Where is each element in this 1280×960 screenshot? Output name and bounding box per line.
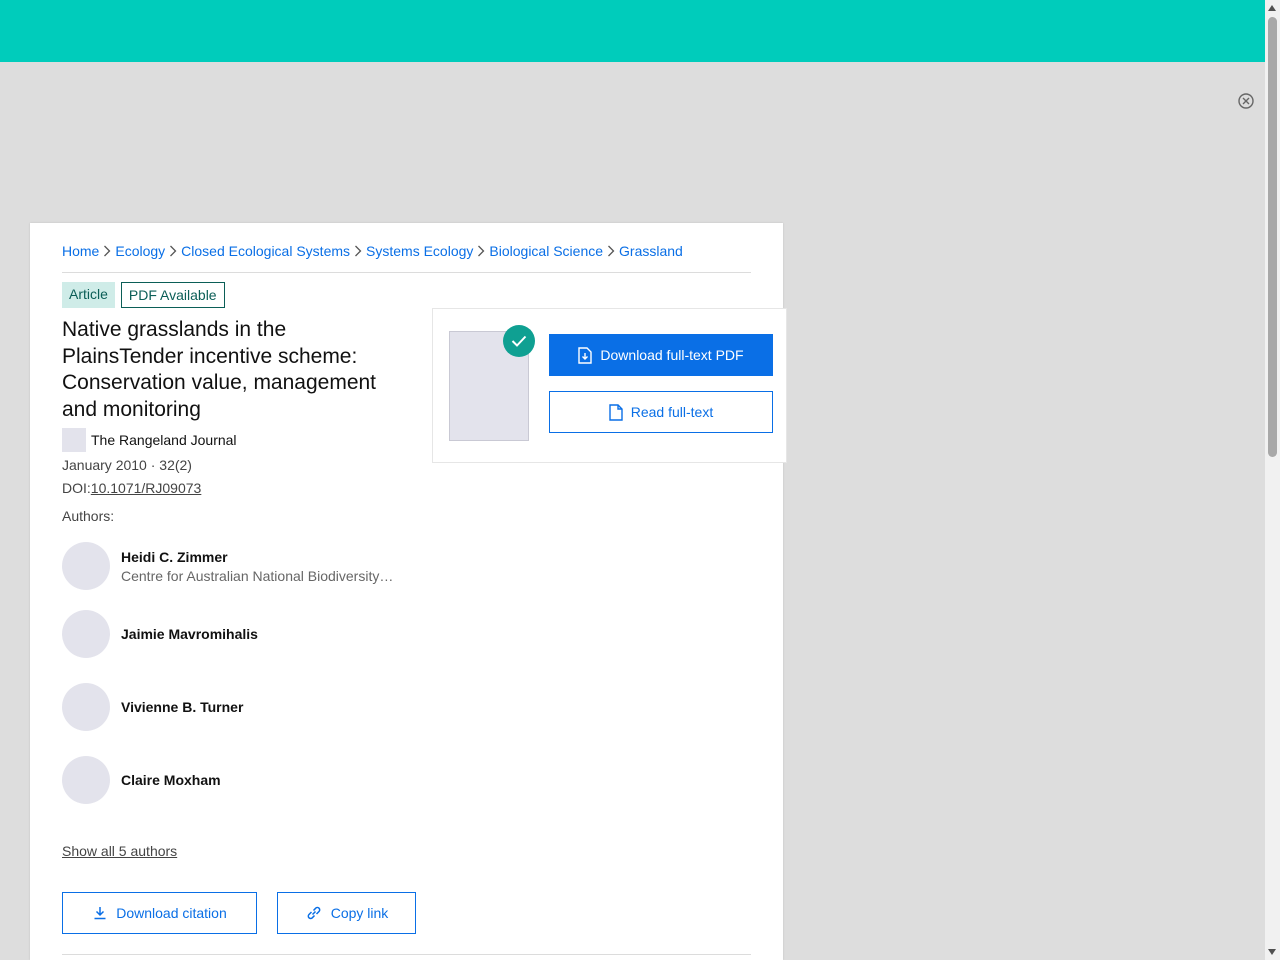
article-type-badge: Article (62, 282, 115, 308)
chevron-right-icon (350, 242, 366, 260)
close-icon (1238, 93, 1254, 109)
page-title: Native grasslands in the PlainsTender in… (62, 318, 377, 421)
author-item[interactable]: Jaimie Mavromihalis (62, 610, 258, 658)
check-icon (503, 325, 535, 357)
avatar (62, 610, 110, 658)
doi-label: DOI: (62, 480, 91, 496)
breadcrumb-home[interactable]: Home (62, 242, 99, 260)
chevron-right-icon (473, 242, 489, 260)
scroll-up-arrow-icon[interactable] (1268, 5, 1276, 11)
chevron-right-icon (165, 242, 181, 260)
close-ad-button[interactable] (1237, 92, 1255, 110)
publication-date: January 2010 · 32(2) (62, 457, 192, 473)
pdf-panel: Download full-text PDF Read full-text (432, 308, 787, 463)
breadcrumb-grassland[interactable]: Grassland (619, 242, 683, 260)
show-all-authors-link[interactable]: Show all 5 authors (62, 843, 177, 859)
doi-link[interactable]: 10.1071/RJ09073 (91, 480, 202, 496)
copy-link-button[interactable]: Copy link (277, 892, 416, 934)
author-item[interactable]: Vivienne B. Turner (62, 683, 243, 731)
pdf-available-badge: PDF Available (120, 282, 225, 308)
journal-info: The Rangeland Journal (62, 428, 237, 452)
author-item[interactable]: Claire Moxham (62, 756, 221, 804)
author-name: Jaimie Mavromihalis (121, 626, 258, 642)
journal-name[interactable]: The Rangeland Journal (91, 432, 237, 448)
doi-line: DOI:10.1071/RJ09073 (62, 480, 201, 496)
download-citation-button[interactable]: Download citation (62, 892, 257, 934)
link-icon (305, 905, 323, 921)
author-item[interactable]: Heidi C. Zimmer Centre for Australian Na… (62, 542, 396, 590)
read-fulltext-button[interactable]: Read full-text (549, 391, 773, 433)
author-name: Claire Moxham (121, 772, 221, 788)
file-download-icon (578, 346, 593, 364)
breadcrumb: Home Ecology Closed Ecological Systems S… (62, 242, 751, 273)
page-scrollbar[interactable] (1265, 0, 1280, 960)
download-pdf-button[interactable]: Download full-text PDF (549, 334, 773, 376)
download-icon (92, 905, 108, 921)
top-header-bar (0, 0, 1265, 62)
breadcrumb-ecology[interactable]: Ecology (115, 242, 165, 260)
breadcrumb-systems-ecology[interactable]: Systems Ecology (366, 242, 473, 260)
divider (62, 954, 751, 955)
breadcrumb-closed-ecological-systems[interactable]: Closed Ecological Systems (181, 242, 350, 260)
breadcrumb-biological-science[interactable]: Biological Science (489, 242, 603, 260)
article-badges: Article PDF Available (62, 282, 225, 308)
file-icon (609, 403, 623, 421)
authors-label: Authors: (62, 508, 115, 524)
download-pdf-label: Download full-text PDF (600, 347, 744, 363)
journal-thumbnail (62, 428, 86, 452)
read-fulltext-label: Read full-text (630, 404, 714, 420)
author-name: Heidi C. Zimmer (121, 548, 228, 565)
chevron-right-icon (99, 242, 115, 260)
avatar (62, 542, 110, 590)
copy-link-label: Copy link (330, 905, 389, 921)
author-affiliation: Centre for Australian National Biodivers… (121, 567, 396, 584)
avatar (62, 756, 110, 804)
scroll-down-arrow-icon[interactable] (1268, 949, 1276, 955)
avatar (62, 683, 110, 731)
author-name: Vivienne B. Turner (121, 699, 244, 715)
chevron-right-icon (603, 242, 619, 260)
scrollbar-thumb[interactable] (1268, 17, 1277, 457)
download-citation-label: Download citation (116, 905, 227, 921)
